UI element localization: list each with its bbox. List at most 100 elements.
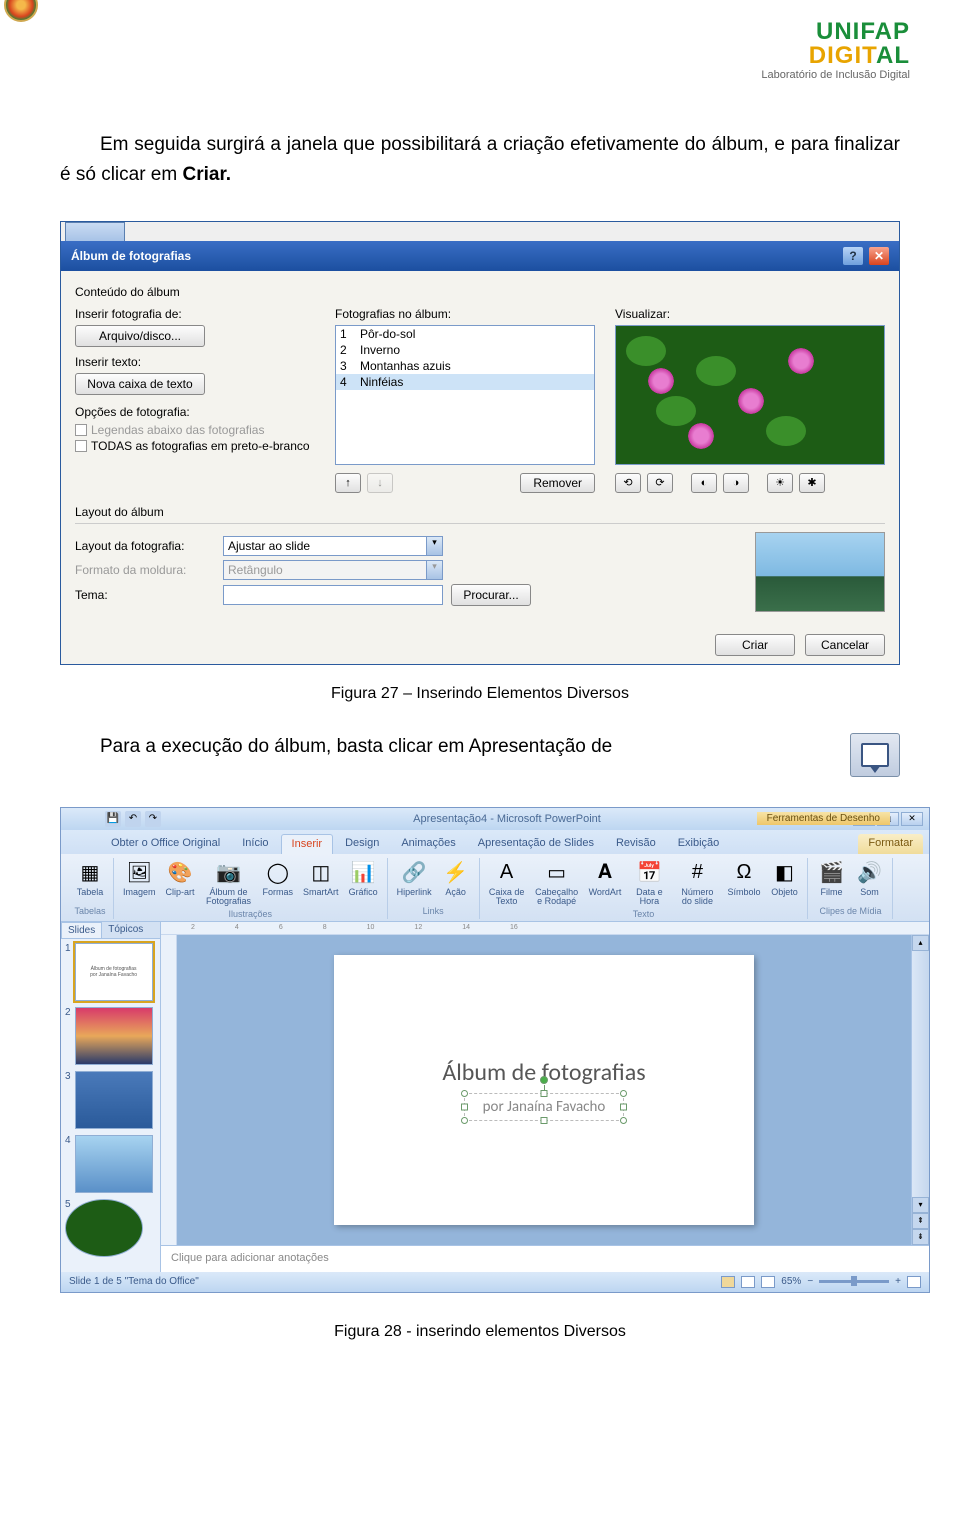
ribbon-item-imagem[interactable]: 🖼Imagem bbox=[120, 858, 159, 898]
list-item[interactable]: 4Ninféias bbox=[336, 374, 594, 390]
next-slide-icon[interactable]: ⇟ bbox=[912, 1229, 929, 1245]
ribbon-item-simbolo[interactable]: ΩSímbolo bbox=[724, 858, 763, 898]
save-icon[interactable]: 💾 bbox=[105, 811, 121, 827]
ppt-body: Slides Tópicos 1Álbum de fotografiaspor … bbox=[61, 922, 929, 1272]
slide-thumbnail[interactable]: 4 bbox=[65, 1135, 156, 1193]
ribbon-item-cabecalho[interactable]: ▭Cabeçalho e Rodapé bbox=[532, 858, 582, 907]
sorter-view-icon[interactable] bbox=[741, 1276, 755, 1288]
close-icon[interactable]: ✕ bbox=[869, 247, 889, 265]
resize-handle[interactable] bbox=[461, 1104, 468, 1111]
contrast-down-icon[interactable]: ◑ bbox=[723, 473, 749, 493]
office-button-icon[interactable] bbox=[4, 0, 38, 22]
tab-design[interactable]: Design bbox=[335, 834, 389, 854]
zoom-in-icon[interactable]: + bbox=[895, 1276, 901, 1287]
file-disk-button[interactable]: Arquivo/disco... bbox=[75, 325, 205, 347]
move-up-button[interactable]: ↑ bbox=[335, 473, 361, 493]
resize-handle[interactable] bbox=[620, 1104, 627, 1111]
cancel-button[interactable]: Cancelar bbox=[805, 634, 885, 656]
undo-icon[interactable]: ↶ bbox=[125, 811, 141, 827]
rotate-left-icon[interactable]: ⟲ bbox=[615, 473, 641, 493]
current-slide[interactable]: Álbum de fotografias bbox=[334, 955, 754, 1225]
ribbon-item-grafico[interactable]: 📊Gráfico bbox=[346, 858, 381, 898]
rotate-handle-icon[interactable] bbox=[540, 1076, 548, 1084]
normal-view-icon[interactable] bbox=[721, 1276, 735, 1288]
tab-office-original[interactable]: Obter o Office Original bbox=[101, 834, 230, 854]
dialog-body: Conteúdo do álbum Inserir fotografia de:… bbox=[61, 271, 899, 626]
fit-window-icon[interactable] bbox=[907, 1276, 921, 1288]
zoom-out-icon[interactable]: − bbox=[807, 1276, 813, 1287]
slideshow-icon[interactable] bbox=[850, 733, 900, 777]
ribbon-label: Formas bbox=[263, 888, 294, 897]
tab-inserir[interactable]: Inserir bbox=[281, 834, 334, 854]
brightness-down-icon[interactable]: ✱ bbox=[799, 473, 825, 493]
tab-formatar[interactable]: Formatar bbox=[858, 834, 923, 854]
resize-handle[interactable] bbox=[461, 1117, 468, 1124]
tab-slides-pane[interactable]: Slides bbox=[61, 922, 102, 938]
resize-handle[interactable] bbox=[541, 1090, 548, 1097]
slide-thumbnail[interactable]: 5 bbox=[65, 1199, 156, 1210]
scroll-down-icon[interactable]: ▾ bbox=[912, 1197, 929, 1213]
theme-input[interactable] bbox=[223, 585, 443, 605]
list-item[interactable]: 1Pôr-do-sol bbox=[336, 326, 594, 342]
tab-animacoes[interactable]: Animações bbox=[391, 834, 465, 854]
vertical-scrollbar[interactable]: ▴ ▾ ⇞ ⇟ bbox=[911, 935, 929, 1245]
thumb-num: 5 bbox=[65, 1199, 71, 1210]
scroll-up-icon[interactable]: ▴ bbox=[912, 935, 929, 951]
new-textbox-button[interactable]: Nova caixa de texto bbox=[75, 373, 205, 395]
browse-theme-button[interactable]: Procurar... bbox=[451, 584, 531, 606]
resize-handle[interactable] bbox=[461, 1090, 468, 1097]
ribbon-item-clipart[interactable]: 🎨Clip-art bbox=[163, 858, 198, 898]
tab-topics-pane[interactable]: Tópicos bbox=[102, 922, 149, 938]
close-window-icon[interactable]: ✕ bbox=[901, 812, 923, 826]
tab-apresentacao[interactable]: Apresentação de Slides bbox=[468, 834, 604, 854]
list-num: 1 bbox=[340, 327, 360, 341]
slideshow-view-icon[interactable] bbox=[761, 1276, 775, 1288]
ribbon-item-acao[interactable]: ⚡Ação bbox=[439, 858, 473, 898]
help-icon[interactable]: ? bbox=[843, 247, 863, 265]
resize-handle[interactable] bbox=[620, 1090, 627, 1097]
ribbon-item-data[interactable]: 📅Data e Hora bbox=[628, 858, 670, 907]
brightness-up-icon[interactable]: ☀ bbox=[767, 473, 793, 493]
redo-icon[interactable]: ↷ bbox=[145, 811, 161, 827]
ribbon-item-numero[interactable]: #Número do slide bbox=[674, 858, 720, 907]
layout-group-label: Layout do álbum bbox=[75, 505, 885, 519]
zoom-slider[interactable] bbox=[819, 1280, 889, 1283]
list-name: Pôr-do-sol bbox=[360, 327, 415, 341]
rotate-right-icon[interactable]: ⟳ bbox=[647, 473, 673, 493]
ribbon-item-filme[interactable]: 🎬Filme bbox=[814, 858, 848, 898]
photos-listbox[interactable]: 1Pôr-do-sol 2Inverno 3Montanhas azuis 4N… bbox=[335, 325, 595, 465]
resize-handle[interactable] bbox=[541, 1117, 548, 1124]
ribbon-item-som[interactable]: 🔊Som bbox=[852, 858, 886, 898]
ribbon-item-album[interactable]: 📷Álbum de Fotografias bbox=[202, 858, 256, 907]
tab-exibicao[interactable]: Exibição bbox=[668, 834, 730, 854]
list-item[interactable]: 2Inverno bbox=[336, 342, 594, 358]
ribbon-item-tabela[interactable]: ▦Tabela bbox=[73, 858, 107, 898]
dialog-titlebar[interactable]: Álbum de fotografias ? ✕ bbox=[61, 241, 899, 271]
contrast-up-icon[interactable]: ◐ bbox=[691, 473, 717, 493]
ribbon-item-caixatexto[interactable]: ACaixa de Texto bbox=[486, 858, 528, 907]
prev-slide-icon[interactable]: ⇞ bbox=[912, 1213, 929, 1229]
notes-area[interactable]: Clique para adicionar anotações bbox=[161, 1245, 929, 1272]
subtitle-placeholder[interactable]: por Janaína Favacho bbox=[464, 1093, 625, 1121]
remove-button[interactable]: Remover bbox=[520, 473, 595, 493]
ppt-titlebar[interactable]: 💾 ↶ ↷ Apresentação4 - Microsoft PowerPoi… bbox=[61, 808, 929, 830]
ribbon-item-smartart[interactable]: ◫SmartArt bbox=[300, 858, 342, 898]
chevron-down-icon[interactable]: ▾ bbox=[426, 537, 442, 555]
slide-canvas[interactable]: Álbum de fotografias bbox=[177, 935, 911, 1245]
slide-thumbnail[interactable]: 2 bbox=[65, 1007, 156, 1065]
list-item[interactable]: 3Montanhas azuis bbox=[336, 358, 594, 374]
picture-layout-combo[interactable]: Ajustar ao slide ▾ bbox=[223, 536, 443, 556]
slide-thumbnail[interactable]: 3 bbox=[65, 1071, 156, 1129]
ribbon-item-objeto[interactable]: ◧Objeto bbox=[767, 858, 801, 898]
create-button[interactable]: Criar bbox=[715, 634, 795, 656]
ribbon-item-hiperlink[interactable]: 🔗Hiperlink bbox=[394, 858, 435, 898]
bw-checkbox[interactable]: TODAS as fotografias em preto-e-branco bbox=[75, 439, 315, 453]
slide-thumbnail[interactable]: 1Álbum de fotografiaspor Janaína Favacho bbox=[65, 943, 156, 1001]
resize-handle[interactable] bbox=[620, 1117, 627, 1124]
tab-inicio[interactable]: Início bbox=[232, 834, 278, 854]
ribbon-item-formas[interactable]: ◯Formas bbox=[260, 858, 297, 898]
context-tab-title: Ferramentas de Desenho bbox=[757, 812, 890, 825]
tab-revisao[interactable]: Revisão bbox=[606, 834, 666, 854]
checkbox-icon[interactable] bbox=[75, 440, 87, 452]
ribbon-item-wordart[interactable]: 𝐀WordArt bbox=[586, 858, 625, 898]
